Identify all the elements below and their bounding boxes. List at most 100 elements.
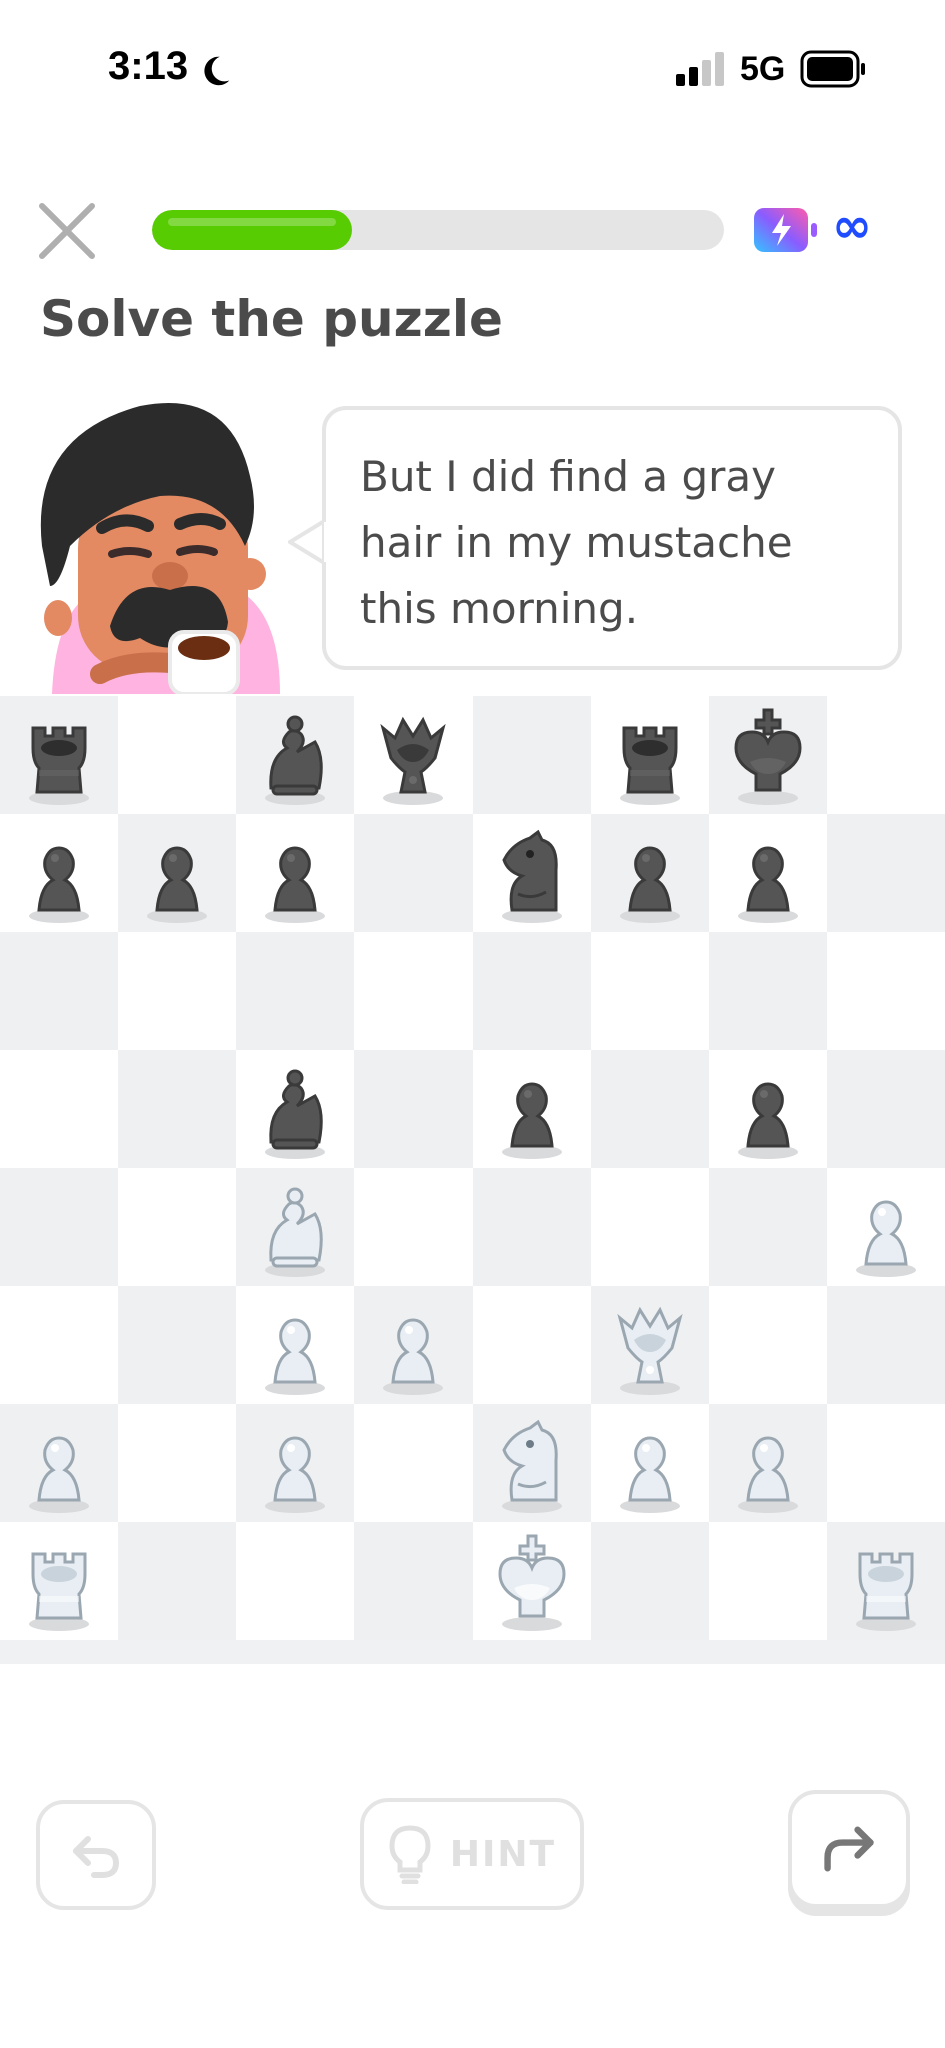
chess-board	[0, 696, 945, 1640]
hint-button[interactable]: HINT	[360, 1798, 584, 1910]
white-pawn-icon[interactable]	[245, 1410, 345, 1516]
square-b2[interactable]	[118, 1404, 237, 1522]
black-pawn-icon[interactable]	[600, 820, 700, 926]
black-king-icon[interactable]	[718, 702, 818, 808]
square-b5[interactable]	[118, 1050, 237, 1168]
redo-button[interactable]	[788, 1790, 910, 1908]
white-rook-icon[interactable]	[836, 1528, 936, 1634]
square-e2[interactable]	[472, 1404, 591, 1522]
square-g8[interactable]	[708, 696, 827, 814]
square-b7[interactable]	[118, 814, 237, 932]
square-b4[interactable]	[118, 1168, 237, 1286]
black-pawn-icon[interactable]	[718, 1056, 818, 1162]
square-a7[interactable]	[0, 814, 119, 932]
square-e8[interactable]	[472, 696, 591, 814]
square-h2[interactable]	[826, 1404, 945, 1522]
square-f7[interactable]	[590, 814, 709, 932]
white-pawn-icon[interactable]	[9, 1410, 109, 1516]
square-b8[interactable]	[118, 696, 237, 814]
energy-battery-icon[interactable]	[752, 206, 820, 254]
square-c1[interactable]	[236, 1522, 355, 1640]
white-pawn-icon[interactable]	[600, 1410, 700, 1516]
square-e7[interactable]	[472, 814, 591, 932]
white-king-icon[interactable]	[482, 1528, 582, 1634]
lightbulb-icon	[389, 1825, 431, 1884]
white-pawn-icon[interactable]	[245, 1292, 345, 1398]
black-pawn-icon[interactable]	[245, 820, 345, 926]
square-c2[interactable]	[236, 1404, 355, 1522]
black-pawn-icon[interactable]	[718, 820, 818, 926]
white-knight-icon[interactable]	[482, 1410, 582, 1516]
white-pawn-icon[interactable]	[363, 1292, 463, 1398]
black-bishop-icon[interactable]	[245, 1056, 345, 1162]
square-d4[interactable]	[354, 1168, 473, 1286]
square-d5[interactable]	[354, 1050, 473, 1168]
square-d3[interactable]	[354, 1286, 473, 1404]
white-bishop-icon[interactable]	[245, 1174, 345, 1280]
square-f1[interactable]	[590, 1522, 709, 1640]
square-g6[interactable]	[708, 932, 827, 1050]
square-c3[interactable]	[236, 1286, 355, 1404]
square-a3[interactable]	[0, 1286, 119, 1404]
square-a4[interactable]	[0, 1168, 119, 1286]
black-pawn-icon[interactable]	[482, 1056, 582, 1162]
white-pawn-icon[interactable]	[836, 1174, 936, 1280]
black-pawn-icon[interactable]	[127, 820, 227, 926]
square-h6[interactable]	[826, 932, 945, 1050]
square-a1[interactable]	[0, 1522, 119, 1640]
square-h3[interactable]	[826, 1286, 945, 1404]
square-b6[interactable]	[118, 932, 237, 1050]
square-d8[interactable]	[354, 696, 473, 814]
square-h1[interactable]	[826, 1522, 945, 1640]
redo-arrow-icon	[824, 1826, 874, 1872]
square-a5[interactable]	[0, 1050, 119, 1168]
square-f2[interactable]	[590, 1404, 709, 1522]
white-pawn-icon[interactable]	[718, 1410, 818, 1516]
square-f8[interactable]	[590, 696, 709, 814]
square-g7[interactable]	[708, 814, 827, 932]
black-queen-icon[interactable]	[363, 702, 463, 808]
square-c7[interactable]	[236, 814, 355, 932]
square-g4[interactable]	[708, 1168, 827, 1286]
square-f6[interactable]	[590, 932, 709, 1050]
square-e4[interactable]	[472, 1168, 591, 1286]
square-g2[interactable]	[708, 1404, 827, 1522]
square-f4[interactable]	[590, 1168, 709, 1286]
black-bishop-icon[interactable]	[245, 702, 345, 808]
square-h8[interactable]	[826, 696, 945, 814]
square-e5[interactable]	[472, 1050, 591, 1168]
square-h7[interactable]	[826, 814, 945, 932]
square-g1[interactable]	[708, 1522, 827, 1640]
square-c4[interactable]	[236, 1168, 355, 1286]
black-knight-icon[interactable]	[482, 820, 582, 926]
square-f3[interactable]	[590, 1286, 709, 1404]
square-d2[interactable]	[354, 1404, 473, 1522]
square-a2[interactable]	[0, 1404, 119, 1522]
square-c8[interactable]	[236, 696, 355, 814]
white-rook-icon[interactable]	[9, 1528, 109, 1634]
square-a6[interactable]	[0, 932, 119, 1050]
black-rook-icon[interactable]	[9, 702, 109, 808]
square-f5[interactable]	[590, 1050, 709, 1168]
square-e1[interactable]	[472, 1522, 591, 1640]
white-queen-icon[interactable]	[600, 1292, 700, 1398]
black-pawn-icon[interactable]	[9, 820, 109, 926]
square-c5[interactable]	[236, 1050, 355, 1168]
black-rook-icon[interactable]	[600, 702, 700, 808]
square-c6[interactable]	[236, 932, 355, 1050]
square-b3[interactable]	[118, 1286, 237, 1404]
square-h5[interactable]	[826, 1050, 945, 1168]
bubble-joint	[324, 522, 332, 562]
square-g3[interactable]	[708, 1286, 827, 1404]
square-d6[interactable]	[354, 932, 473, 1050]
square-d1[interactable]	[354, 1522, 473, 1640]
close-icon[interactable]	[36, 200, 98, 262]
square-b1[interactable]	[118, 1522, 237, 1640]
square-d7[interactable]	[354, 814, 473, 932]
square-a8[interactable]	[0, 696, 119, 814]
square-e3[interactable]	[472, 1286, 591, 1404]
square-e6[interactable]	[472, 932, 591, 1050]
square-h4[interactable]	[826, 1168, 945, 1286]
undo-button[interactable]	[36, 1800, 156, 1910]
square-g5[interactable]	[708, 1050, 827, 1168]
